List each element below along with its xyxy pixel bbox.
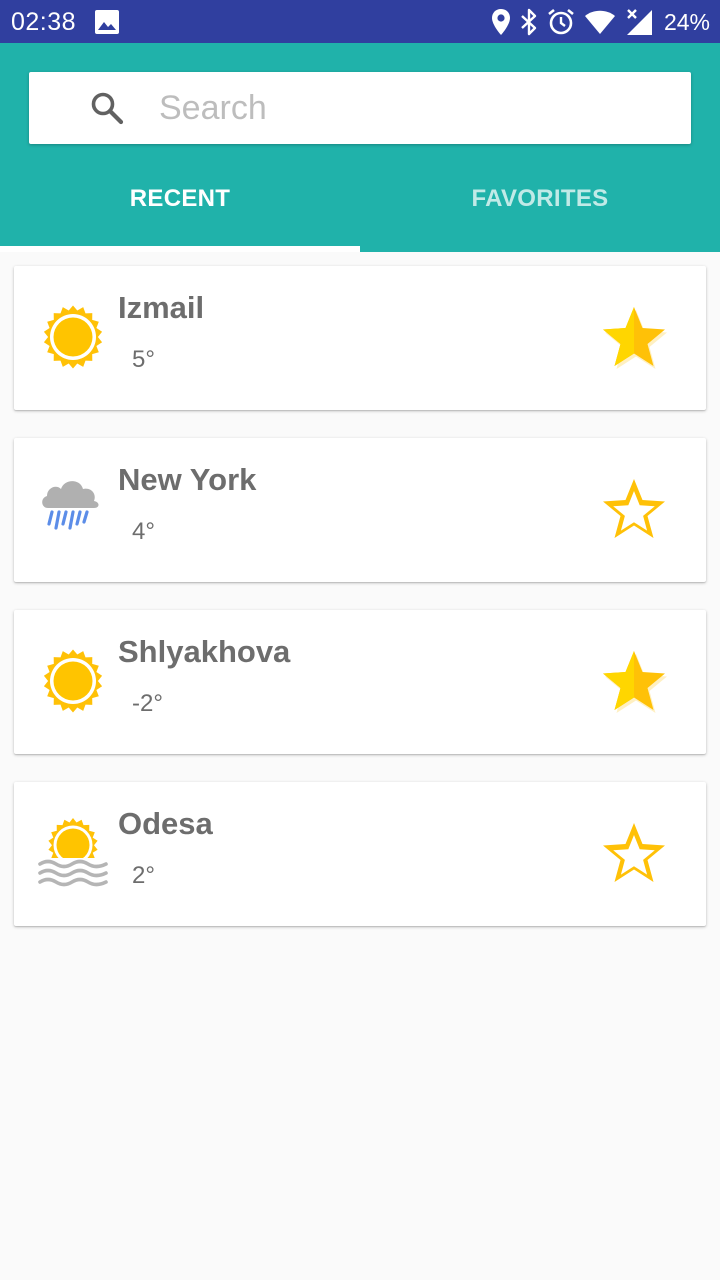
city-name: Odesa xyxy=(118,806,213,841)
search-bar[interactable] xyxy=(29,72,691,144)
gallery-icon xyxy=(95,10,119,34)
city-temperature: -2° xyxy=(132,690,163,717)
sun-haze-icon xyxy=(36,818,110,890)
star-filled-icon[interactable] xyxy=(600,648,668,716)
status-time: 02:38 xyxy=(11,8,77,36)
city-name: New York xyxy=(118,462,257,497)
signal-icon xyxy=(626,9,652,35)
city-temperature: 2° xyxy=(132,862,155,889)
city-card-izmail[interactable]: Izmail 5° xyxy=(14,266,706,410)
search-icon[interactable] xyxy=(89,90,125,126)
sun-icon xyxy=(43,305,103,369)
city-card-odesa[interactable]: Odesa 2° xyxy=(14,782,706,926)
tab-indicator xyxy=(0,246,360,252)
tab-recent[interactable]: RECENT xyxy=(0,173,360,252)
rain-cloud-icon xyxy=(42,481,99,530)
sun-icon xyxy=(43,649,103,713)
tab-favorites[interactable]: FAVORITES xyxy=(360,173,720,252)
star-outline-icon[interactable] xyxy=(600,820,668,888)
city-temperature: 4° xyxy=(132,518,155,545)
location-icon xyxy=(491,9,510,35)
alarm-icon xyxy=(548,8,574,35)
city-card-shlyakhova[interactable]: Shlyakhova -2° xyxy=(14,610,706,754)
battery-level: 24% xyxy=(663,9,710,35)
status-bar: 02:38 24% xyxy=(0,0,720,43)
star-filled-icon[interactable] xyxy=(600,304,668,372)
star-outline-icon[interactable] xyxy=(600,476,668,544)
city-name: Izmail xyxy=(118,290,205,325)
city-card-new-york[interactable]: New York 4° xyxy=(14,438,706,582)
city-temperature: 5° xyxy=(132,346,155,373)
city-name: Shlyakhova xyxy=(118,634,291,669)
search-input[interactable] xyxy=(159,72,679,144)
app-header: RECENT FAVORITES xyxy=(0,43,720,252)
bluetooth-icon xyxy=(521,8,537,36)
wifi-icon xyxy=(584,10,615,34)
